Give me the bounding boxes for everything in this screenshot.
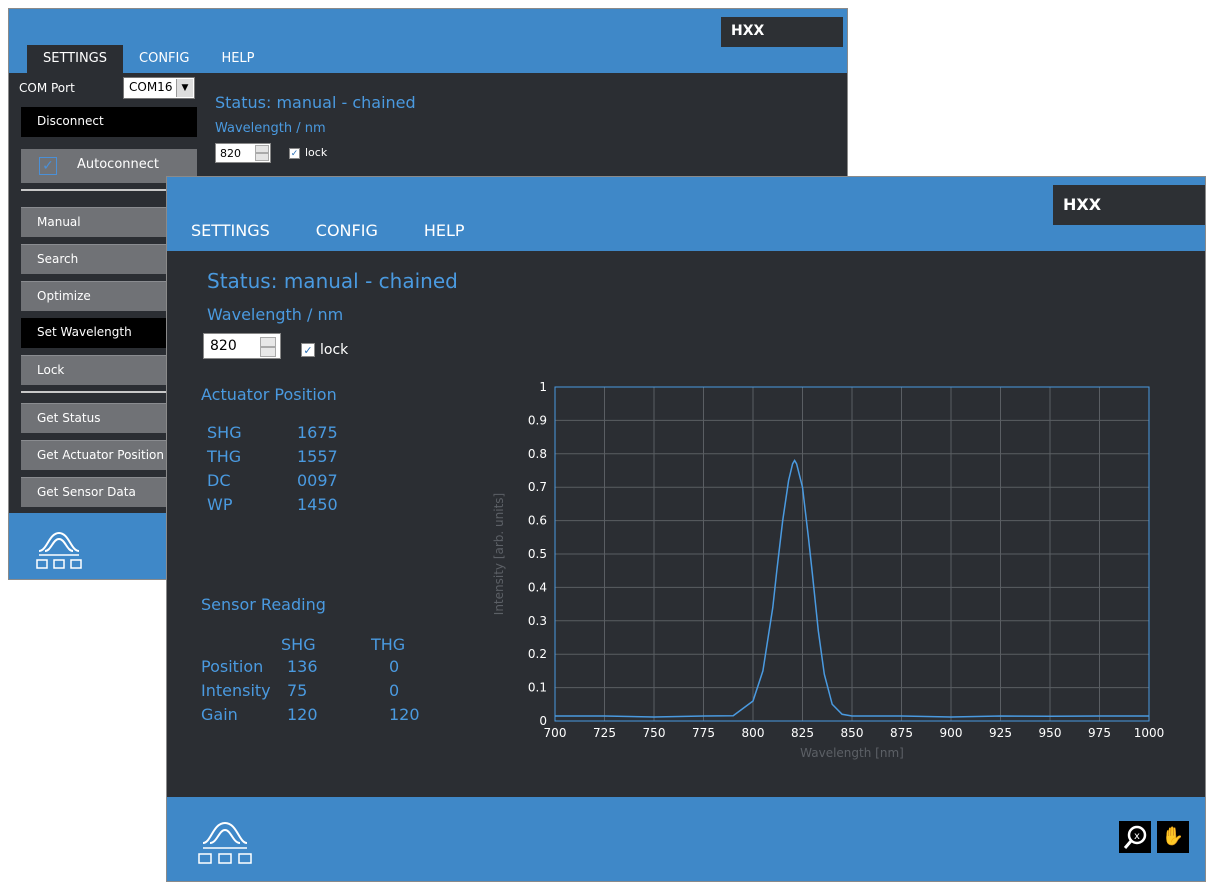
sensor-row-name: Position bbox=[201, 657, 264, 676]
sensor-col-header: SHG bbox=[281, 635, 316, 654]
actuator-value: 1450 bbox=[297, 495, 338, 514]
svg-text:x: x bbox=[1134, 831, 1140, 842]
x-tick-label: 875 bbox=[890, 726, 913, 740]
chevron-down-icon[interactable]: ▼ bbox=[176, 79, 193, 97]
x-tick-label: 925 bbox=[989, 726, 1012, 740]
front-app-window: HXX SETTINGS CONFIG HELP Status: manual … bbox=[166, 176, 1206, 882]
com-port-label: COM Port bbox=[19, 81, 75, 95]
actuator-name: SHG bbox=[207, 423, 242, 442]
checkmark-icon[interactable]: ✓ bbox=[289, 147, 300, 159]
back-menu-help[interactable]: HELP bbox=[205, 45, 270, 73]
y-tick-label: 0.3 bbox=[528, 614, 547, 628]
ape-logo-icon bbox=[198, 821, 252, 864]
menu-settings[interactable]: SETTINGS bbox=[191, 221, 270, 240]
menu-bar: SETTINGS CONFIG HELP bbox=[191, 221, 511, 240]
sensor-shg-value: 120 bbox=[287, 705, 318, 724]
sensor-shg-value: 136 bbox=[287, 657, 318, 676]
wavelength-spinbox[interactable]: 820 bbox=[203, 333, 281, 359]
menu-help[interactable]: HELP bbox=[424, 221, 465, 240]
sensor-row-name: Intensity bbox=[201, 681, 271, 700]
wavelength-value: 820 bbox=[210, 338, 237, 354]
x-tick-label: 850 bbox=[841, 726, 864, 740]
actuator-name: WP bbox=[207, 495, 233, 514]
sensor-col-header: THG bbox=[371, 635, 406, 654]
spin-down-icon[interactable] bbox=[255, 153, 269, 161]
x-tick-label: 975 bbox=[1088, 726, 1111, 740]
sensor-row-name: Gain bbox=[201, 705, 238, 724]
y-tick-label: 0 bbox=[539, 714, 547, 728]
y-axis-label: Intensity [arb. units] bbox=[492, 493, 506, 615]
y-tick-label: 0.6 bbox=[528, 514, 547, 528]
actuator-value: 0097 bbox=[297, 471, 338, 490]
spectrum-plot[interactable]: 700 725 750 775 800 825 850 875 900 925 950 975 1000… bbox=[489, 369, 1189, 799]
spin-down-icon[interactable] bbox=[260, 347, 276, 357]
spin-up-icon[interactable] bbox=[255, 145, 269, 153]
sensor-thg-value: 120 bbox=[389, 705, 420, 724]
disconnect-button[interactable]: Disconnect bbox=[21, 107, 197, 137]
x-tick-label: 775 bbox=[692, 726, 715, 740]
bottom-bar bbox=[167, 797, 1205, 881]
back-menu-bar: SETTINGS CONFIG HELP bbox=[27, 45, 271, 73]
actuator-value: 1557 bbox=[297, 447, 338, 466]
brand-label: HXX bbox=[1053, 185, 1205, 225]
y-tick-label: 0.9 bbox=[528, 413, 547, 427]
x-tick-label: 950 bbox=[1039, 726, 1062, 740]
y-tick-label: 0.7 bbox=[528, 480, 547, 494]
sensor-shg-value: 75 bbox=[287, 681, 308, 700]
com-port-value: COM16 bbox=[129, 80, 173, 94]
sensor-thg-value: 0 bbox=[389, 657, 400, 676]
back-menu-config[interactable]: CONFIG bbox=[123, 45, 205, 73]
spin-up-icon[interactable] bbox=[260, 337, 276, 347]
lock-checkbox[interactable]: ✓ lock bbox=[301, 342, 348, 358]
x-tick-label: 1000 bbox=[1134, 726, 1165, 740]
back-wavelength-label: Wavelength / nm bbox=[215, 121, 326, 136]
sensor-title: Sensor Reading bbox=[201, 595, 326, 614]
x-axis-label: Wavelength [nm] bbox=[800, 746, 904, 760]
x-tick-label: 825 bbox=[791, 726, 814, 740]
back-lock-label: lock bbox=[305, 146, 328, 159]
x-tick-label: 700 bbox=[544, 726, 567, 740]
x-tick-label: 800 bbox=[742, 726, 765, 740]
com-port-select[interactable]: COM16 ▼ bbox=[123, 77, 195, 99]
status-text: Status: manual - chained bbox=[207, 269, 458, 293]
x-tick-label: 725 bbox=[593, 726, 616, 740]
lock-label: lock bbox=[320, 342, 349, 358]
y-tick-label: 1 bbox=[539, 380, 547, 394]
x-tick-label: 750 bbox=[643, 726, 666, 740]
y-tick-label: 0.4 bbox=[528, 580, 547, 594]
actuator-name: DC bbox=[207, 471, 231, 490]
ape-logo-icon bbox=[36, 531, 82, 569]
back-brand-label: HXX bbox=[721, 17, 843, 47]
zoom-reset-icon[interactable]: x bbox=[1119, 821, 1151, 853]
autoconnect-label: Autoconnect bbox=[77, 157, 160, 172]
x-tick-label: 900 bbox=[940, 726, 963, 740]
back-wavelength-value: 820 bbox=[220, 147, 241, 160]
actuator-title: Actuator Position bbox=[201, 385, 337, 404]
sensor-thg-value: 0 bbox=[389, 681, 400, 700]
y-tick-label: 0.8 bbox=[528, 447, 547, 461]
y-tick-label: 0.5 bbox=[528, 547, 547, 561]
y-tick-label: 0.2 bbox=[528, 647, 547, 661]
menu-config[interactable]: CONFIG bbox=[316, 221, 378, 240]
back-lock-checkbox[interactable]: ✓ lock bbox=[289, 146, 327, 159]
actuator-value: 1675 bbox=[297, 423, 338, 442]
checkmark-icon[interactable]: ✓ bbox=[301, 343, 315, 357]
actuator-name: THG bbox=[207, 447, 242, 466]
back-status-text: Status: manual - chained bbox=[215, 93, 416, 112]
back-menu-settings[interactable]: SETTINGS bbox=[27, 45, 124, 73]
wavelength-label: Wavelength / nm bbox=[207, 305, 344, 324]
pan-hand-icon[interactable]: ✋ bbox=[1157, 821, 1189, 853]
y-tick-label: 0.1 bbox=[528, 681, 547, 695]
back-wavelength-spinbox[interactable]: 820 bbox=[215, 143, 271, 163]
checkmark-icon[interactable]: ✓ bbox=[39, 157, 57, 175]
